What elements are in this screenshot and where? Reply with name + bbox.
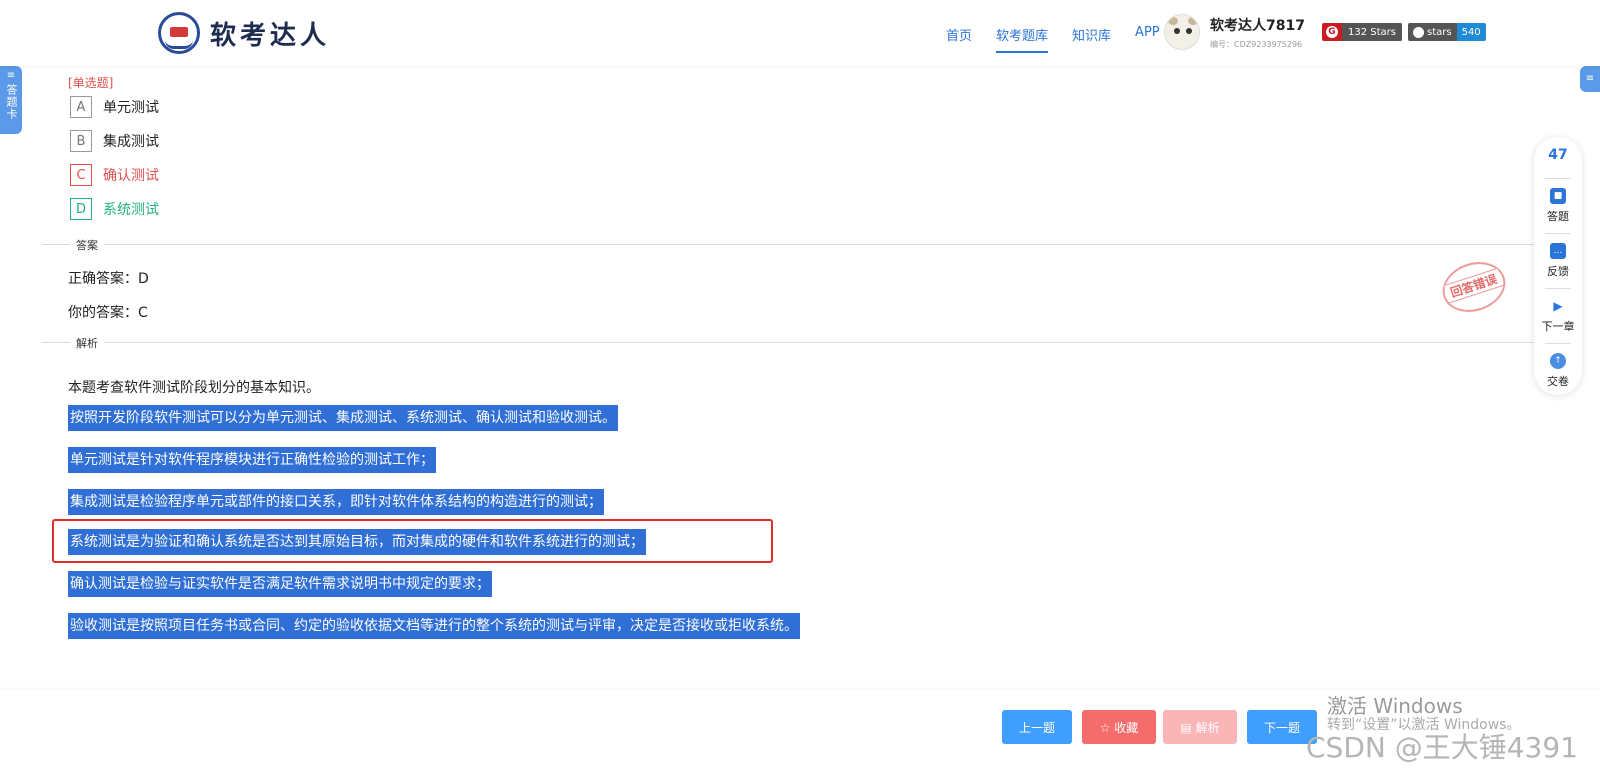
option-letter: D — [70, 198, 92, 220]
analysis-section-label: 解析 — [70, 335, 104, 351]
submit-paper-button[interactable]: ↑ 交卷 — [1547, 347, 1569, 395]
analysis-intro: 本题考查软件测试阶段划分的基本知识。 — [68, 380, 320, 396]
next-chapter-icon: ▶ — [1553, 299, 1563, 313]
nav-item-home[interactable]: 首页 — [946, 25, 972, 44]
logo-emblem-icon — [158, 12, 200, 54]
option-letter: C — [70, 164, 92, 186]
gitee-icon: G — [1326, 26, 1338, 38]
logo-text: 软考达人 — [210, 20, 331, 51]
gitee-stars-label: 132 Stars — [1342, 23, 1402, 41]
option-letter: B — [70, 130, 92, 152]
analysis-highlight-line: 确认测试是检验与证实软件是否满足软件需求说明书中规定的要求； — [68, 571, 492, 597]
question-type-label: [单选题] — [68, 76, 114, 90]
feedback-button[interactable]: … 反馈 — [1547, 237, 1569, 285]
answer-icon: ■ — [1550, 188, 1566, 204]
option-letter: A — [70, 96, 92, 118]
avatar[interactable] — [1164, 14, 1200, 50]
wrong-answer-stamp: 回答错误 — [1436, 254, 1512, 320]
option-text: 系统测试 — [103, 202, 159, 218]
user-profile[interactable]: 软考达人7817 编号：CDZ9233975296 — [1164, 14, 1305, 50]
analysis-highlight-line: 单元测试是针对软件程序模块进行正确性检验的测试工作； — [68, 447, 436, 473]
option-text: 单元测试 — [103, 100, 159, 116]
answer-card-label: 答题卡 — [5, 84, 18, 120]
site-logo[interactable]: 软考达人 — [158, 12, 330, 54]
correct-answer: 正确答案：D — [68, 271, 149, 287]
prev-question-button[interactable]: 上一题 — [1002, 710, 1072, 744]
analysis-divider — [42, 342, 1542, 343]
github-stars-count: 540 — [1456, 23, 1486, 41]
question-count: 47 — [1548, 147, 1568, 163]
upload-arrow-icon: ↑ — [1550, 353, 1566, 369]
favorite-button[interactable]: ☆ 收藏 — [1082, 710, 1156, 744]
analysis-highlight-line: 按照开发阶段软件测试可以分为单元测试、集成测试、系统测试、确认测试和验收测试。 — [68, 405, 618, 431]
nav-item-app[interactable]: APP — [1135, 25, 1160, 44]
next-chapter-button[interactable]: ▶ 下一章 — [1542, 292, 1575, 340]
annotation-red-box — [52, 519, 773, 563]
option-text: 确认测试 — [103, 168, 159, 184]
right-float-panel: 47 ■ 答题 … 反馈 ▶ 下一章 ↑ 交卷 — [1534, 137, 1582, 395]
menu-lines-icon: ≡ — [1585, 73, 1595, 84]
main-nav: 首页 软考题库 知识库 APP — [946, 25, 1184, 53]
github-stars-label: stars — [1426, 26, 1452, 38]
next-chapter-label: 下一章 — [1541, 320, 1575, 333]
top-header: 软考达人 首页 软考题库 知识库 APP 软考达人7817 编号：CDZ9233… — [0, 0, 1600, 66]
github-stars-badge[interactable]: stars 540 — [1407, 23, 1486, 41]
answer-card-tab[interactable]: ≡ 答题卡 — [0, 66, 22, 134]
option-b[interactable]: B 集成测试 — [70, 130, 159, 152]
csdn-watermark: CSDN @王大锤4391 — [1306, 731, 1578, 764]
analysis-highlight-line: 验收测试是按照项目任务书或合同、约定的验收依据文档等进行的整个系统的测试与评审，… — [68, 613, 800, 639]
answer-panel-button[interactable]: ■ 答题 — [1547, 182, 1569, 230]
menu-lines-icon: ≡ — [6, 70, 16, 81]
right-menu-tab[interactable]: ≡ — [1580, 66, 1600, 92]
option-a[interactable]: A 单元测试 — [70, 96, 159, 118]
answer-panel-label: 答题 — [1547, 210, 1569, 223]
question-content: [单选题] A 单元测试 B 集成测试 C 确认测试 D 系统测试 答案 正确答… — [0, 66, 1600, 676]
nav-item-question-bank[interactable]: 软考题库 — [996, 25, 1049, 53]
your-answer: 你的答案：C — [68, 305, 148, 321]
option-d[interactable]: D 系统测试 — [70, 198, 159, 220]
nav-item-knowledge[interactable]: 知识库 — [1072, 25, 1111, 44]
repo-badges: G 132 Stars stars 540 — [1322, 23, 1486, 41]
answer-section-label: 答案 — [70, 237, 104, 253]
github-icon — [1412, 26, 1424, 38]
submit-paper-label: 交卷 — [1547, 375, 1569, 388]
option-text: 集成测试 — [103, 134, 159, 150]
option-c[interactable]: C 确认测试 — [70, 164, 159, 186]
analysis-button[interactable]: ▤ 解析 — [1163, 710, 1237, 744]
user-id: 编号：CDZ9233975296 — [1210, 39, 1303, 49]
answer-divider — [42, 244, 1542, 245]
feedback-label: 反馈 — [1547, 265, 1569, 278]
chat-bubble-icon: … — [1550, 243, 1566, 259]
analysis-highlight-line: 集成测试是检验程序单元或部件的接口关系，即针对软件体系结构的构造进行的测试； — [68, 489, 604, 515]
user-name: 软考达人7817 — [1210, 17, 1305, 34]
gitee-stars-badge[interactable]: G 132 Stars — [1322, 23, 1402, 41]
